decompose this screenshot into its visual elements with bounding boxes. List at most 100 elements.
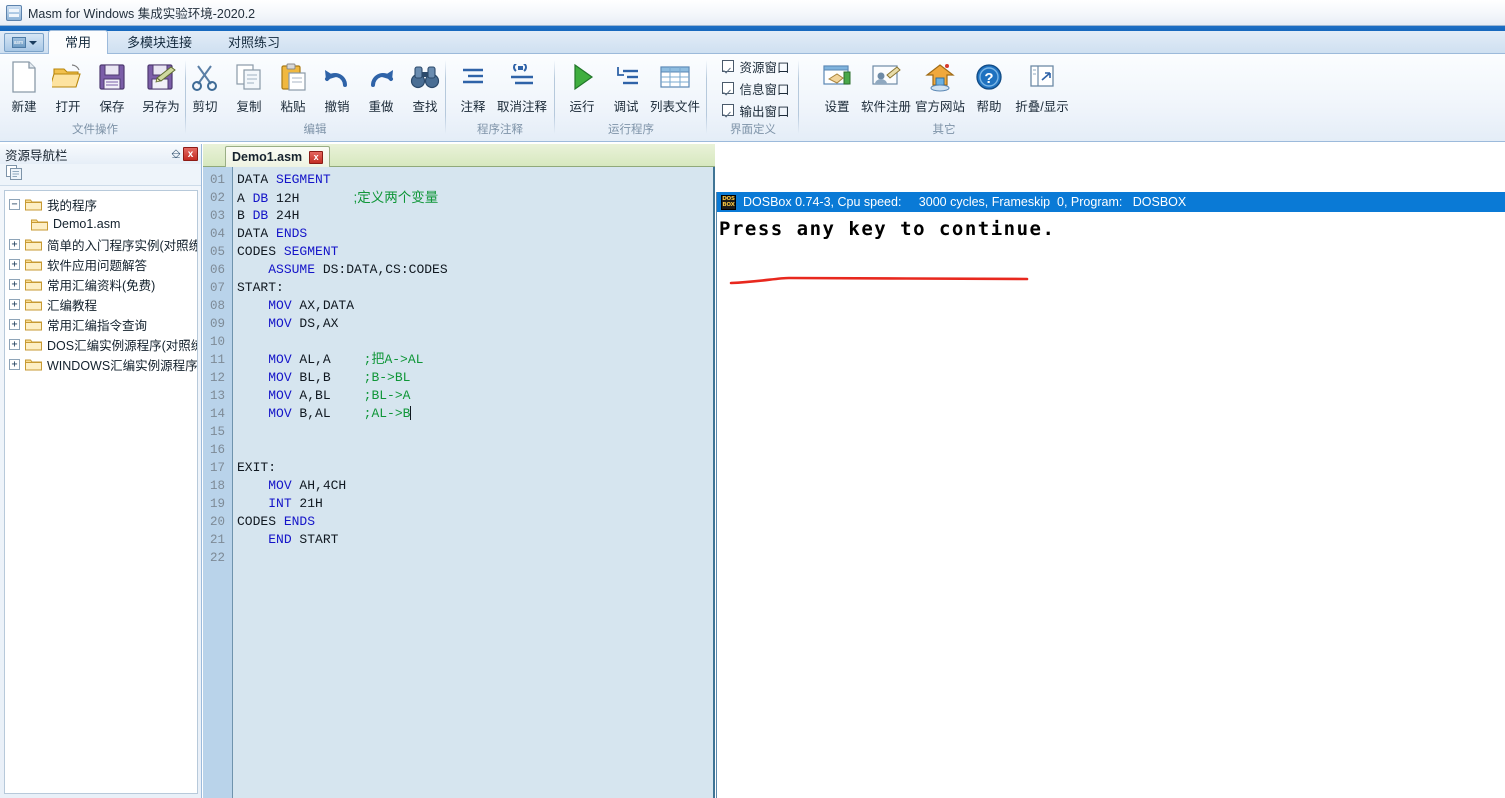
undo-icon	[322, 59, 352, 95]
cut-button[interactable]: 剪切	[183, 54, 227, 115]
copy-button[interactable]: 复制	[227, 54, 271, 115]
code-text: EXIT:	[237, 460, 277, 475]
code-area[interactable]: 01 02 03 04 05 06 07 08 09 10 11 12 13 1…	[203, 167, 715, 798]
code-line: CODES ENDS	[237, 513, 713, 531]
website-button[interactable]: 官方网站	[913, 54, 967, 115]
paste-button[interactable]: 粘贴	[271, 54, 315, 115]
expander-expand-icon[interactable]: +	[9, 238, 20, 250]
code-line: END START	[237, 531, 713, 549]
line-number: 05	[209, 245, 225, 259]
code-line: MOV AL,A ;把A->AL	[237, 351, 713, 369]
help-button[interactable]: ? 帮助	[967, 54, 1011, 115]
line-number: 01	[209, 173, 225, 187]
expander-expand-icon[interactable]: +	[9, 298, 20, 310]
code-text: A DB 12H	[237, 191, 300, 206]
close-icon[interactable]: x	[183, 147, 198, 161]
dosbox-console[interactable]: Press any key to continue.	[717, 212, 1505, 798]
code-text: MOV DS,AX	[268, 316, 339, 331]
tree-item-windows-examples[interactable]: + WINDOWS汇编实例源程序(对	[5, 354, 197, 374]
comment-button-label: 注释	[460, 100, 486, 114]
find-button[interactable]: 查找	[403, 54, 447, 115]
dosbox-logo-bottom: BOX	[722, 202, 735, 208]
settings-button[interactable]: 设置	[815, 54, 859, 115]
uncomment-button-label: 取消注释	[496, 100, 547, 114]
new-button[interactable]: 新建	[2, 54, 46, 115]
expander-expand-icon[interactable]: +	[9, 278, 20, 290]
line-number: 10	[209, 335, 225, 349]
tree-item-my-programs[interactable]: − 我的程序	[5, 194, 197, 214]
new-file-icon	[9, 59, 39, 95]
save-button-label: 保存	[99, 100, 125, 114]
tree-item-label: 汇编教程	[47, 298, 98, 313]
collapse-button[interactable]: 折叠/显示	[1011, 54, 1073, 115]
website-button-label: 官方网站	[914, 100, 965, 114]
save-as-button-label: 另存为	[142, 100, 180, 114]
play-icon	[568, 59, 596, 95]
code-line: EXIT:	[237, 459, 713, 477]
uncomment-button[interactable]: 取消注释	[495, 54, 549, 115]
line-number: 18	[209, 479, 225, 493]
expander-collapse-icon[interactable]: −	[9, 198, 20, 210]
tree-item-instruction-lookup[interactable]: + 常用汇编指令查询	[5, 314, 197, 334]
code-text: MOV A,BL	[268, 388, 331, 403]
tree-item-demo1-asm[interactable]: Demo1.asm	[5, 214, 197, 234]
run-button[interactable]: 运行	[560, 54, 604, 115]
checkbox-output-window[interactable]: 输出窗口	[722, 101, 790, 120]
close-icon[interactable]: x	[309, 150, 324, 164]
tab-changyong[interactable]: 常用	[48, 30, 109, 54]
tree-item-intro-examples[interactable]: + 简单的入门程序实例(对照练习	[5, 234, 197, 254]
comment-button[interactable]: 注释	[451, 54, 495, 115]
expander-expand-icon[interactable]: +	[9, 358, 20, 370]
checkbox-resource-window[interactable]: 资源窗口	[722, 57, 790, 76]
line-number: 12	[209, 371, 225, 385]
tab-duomokuailianjie[interactable]: 多模块连接	[110, 31, 209, 53]
document-tab-demo1[interactable]: Demo1.asm x	[225, 146, 331, 167]
code-text: MOV BL,B	[268, 370, 331, 385]
resource-navigator-panel: 资源导航栏 ⎒ x − 我的程序 Demo1.asm + 简单的入门程序实例(对…	[0, 144, 202, 798]
code-line: DATA ENDS	[237, 225, 713, 243]
list-file-button[interactable]: 列表文件	[648, 54, 702, 115]
expander-expand-icon[interactable]: +	[9, 318, 20, 330]
undo-button[interactable]: 撤销	[315, 54, 359, 115]
dosbox-title-bar: DOS BOX DOSBox 0.74-3, Cpu speed: 3000 c…	[717, 192, 1505, 212]
binoculars-icon	[410, 59, 440, 95]
tree-item-dos-examples[interactable]: + DOS汇编实例源程序(对照练习	[5, 334, 197, 354]
app-menu-button[interactable]: asm	[4, 33, 44, 52]
tree-item-label: Demo1.asm	[53, 217, 121, 231]
code-lines[interactable]: DATA SEGMENT A DB 12H ;定义两个变量 B DB 24H DA…	[233, 167, 713, 798]
tab-duizhaolianxi[interactable]: 对照练习	[211, 31, 297, 53]
sidebar-header: 资源导航栏 ⎒ x	[0, 144, 201, 164]
save-button[interactable]: 保存	[90, 54, 134, 115]
checkbox-output-window-label: 输出窗口	[739, 104, 790, 119]
pin-icon[interactable]: ⎒	[169, 147, 183, 162]
resource-tree[interactable]: − 我的程序 Demo1.asm + 简单的入门程序实例(对照练习 + 软件应用…	[4, 190, 198, 794]
line-number: 16	[209, 443, 225, 457]
line-number: 03	[209, 209, 225, 223]
expander-expand-icon[interactable]: +	[9, 338, 20, 350]
home-icon	[925, 59, 955, 95]
ribbon-group-interface: 资源窗口 信息窗口 输出窗口 界面定义	[709, 54, 797, 142]
comment-icon	[458, 59, 488, 95]
tree-item-label: 软件应用问题解答	[47, 258, 148, 273]
code-line: INT 21H	[237, 495, 713, 513]
redo-button[interactable]: 重做	[359, 54, 403, 115]
tree-item-asm-tutorial[interactable]: + 汇编教程	[5, 294, 197, 314]
code-text: START:	[237, 280, 284, 295]
code-line: CODES SEGMENT	[237, 243, 713, 261]
register-button[interactable]: 软件注册	[859, 54, 913, 115]
copy-list-icon[interactable]	[6, 164, 23, 185]
open-button[interactable]: 打开	[46, 54, 90, 115]
code-line: ASSUME DS:DATA,CS:CODES	[237, 261, 713, 279]
checkbox-info-window[interactable]: 信息窗口	[722, 79, 790, 98]
line-number: 09	[209, 317, 225, 331]
expander-expand-icon[interactable]: +	[9, 258, 20, 270]
checkbox-info-window-label: 信息窗口	[739, 82, 790, 97]
tree-item-common-materials[interactable]: + 常用汇编资料(免费)	[5, 274, 197, 294]
save-as-button[interactable]: 另存为	[134, 54, 188, 115]
debug-button[interactable]: 调试	[604, 54, 648, 115]
ribbon-group-file-ops-label: 文件操作	[72, 124, 118, 136]
tree-item-faq[interactable]: + 软件应用问题解答	[5, 254, 197, 274]
folder-icon	[25, 338, 42, 351]
